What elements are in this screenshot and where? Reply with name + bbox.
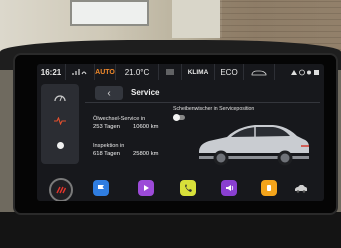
clock: 16:21 <box>37 64 66 80</box>
car-icon <box>295 184 307 193</box>
dot-icon[interactable] <box>53 138 67 152</box>
inspection-days: 618 Tagen <box>93 151 120 157</box>
dashboard-bottom <box>0 212 341 248</box>
temperature-display[interactable]: 21.0°C <box>116 64 159 80</box>
car-image <box>199 125 309 166</box>
phone-button[interactable] <box>180 180 196 196</box>
eco-button[interactable]: ECO <box>215 64 244 80</box>
connectivity-icon <box>66 64 95 80</box>
toggle-knob <box>173 114 180 121</box>
shortcut-widget <box>41 84 79 164</box>
divider <box>85 102 320 103</box>
car-settings-button[interactable] <box>293 180 309 196</box>
page-title: Service <box>131 88 160 97</box>
phone-icon <box>185 184 192 192</box>
sound-button[interactable] <box>221 180 237 196</box>
inspection-label: Inspektion in <box>93 143 125 149</box>
home-icon <box>56 186 66 194</box>
connect-icon <box>267 185 271 191</box>
navigation-button[interactable] <box>93 180 109 196</box>
play-icon <box>144 185 149 191</box>
klima-button[interactable]: KLIMA <box>182 64 215 80</box>
home-button[interactable] <box>49 178 73 201</box>
connect-button[interactable] <box>261 180 277 196</box>
oil-service-days: 253 Tagen <box>93 124 120 130</box>
speedometer-icon[interactable] <box>53 90 67 104</box>
heartbeat-icon[interactable] <box>53 114 67 128</box>
background-window <box>172 0 222 38</box>
wiper-service-label: Scheibenwischer in Serviceposition <box>173 106 255 112</box>
back-button[interactable]: ‹ <box>95 86 123 100</box>
sound-icon <box>225 185 233 191</box>
status-bar: 16:21 AUTO 21.0°C KLIMA ECO <box>37 64 324 80</box>
flag-icon <box>98 185 104 192</box>
media-button[interactable] <box>138 180 154 196</box>
infotainment-screen: 16:21 AUTO 21.0°C KLIMA ECO ‹ Service Öl… <box>37 64 324 201</box>
fan-icon[interactable] <box>159 64 182 80</box>
oil-service-label: Ölwechsel-Service in <box>93 116 146 122</box>
car-mode-icon[interactable] <box>244 64 275 80</box>
wiper-service-toggle[interactable] <box>173 114 185 121</box>
climate-auto-button[interactable]: AUTO <box>95 64 116 80</box>
status-icons <box>275 64 324 80</box>
oil-service-km: 10600 km <box>133 124 159 130</box>
background-window <box>70 0 149 26</box>
inspection-km: 25800 km <box>133 151 159 157</box>
